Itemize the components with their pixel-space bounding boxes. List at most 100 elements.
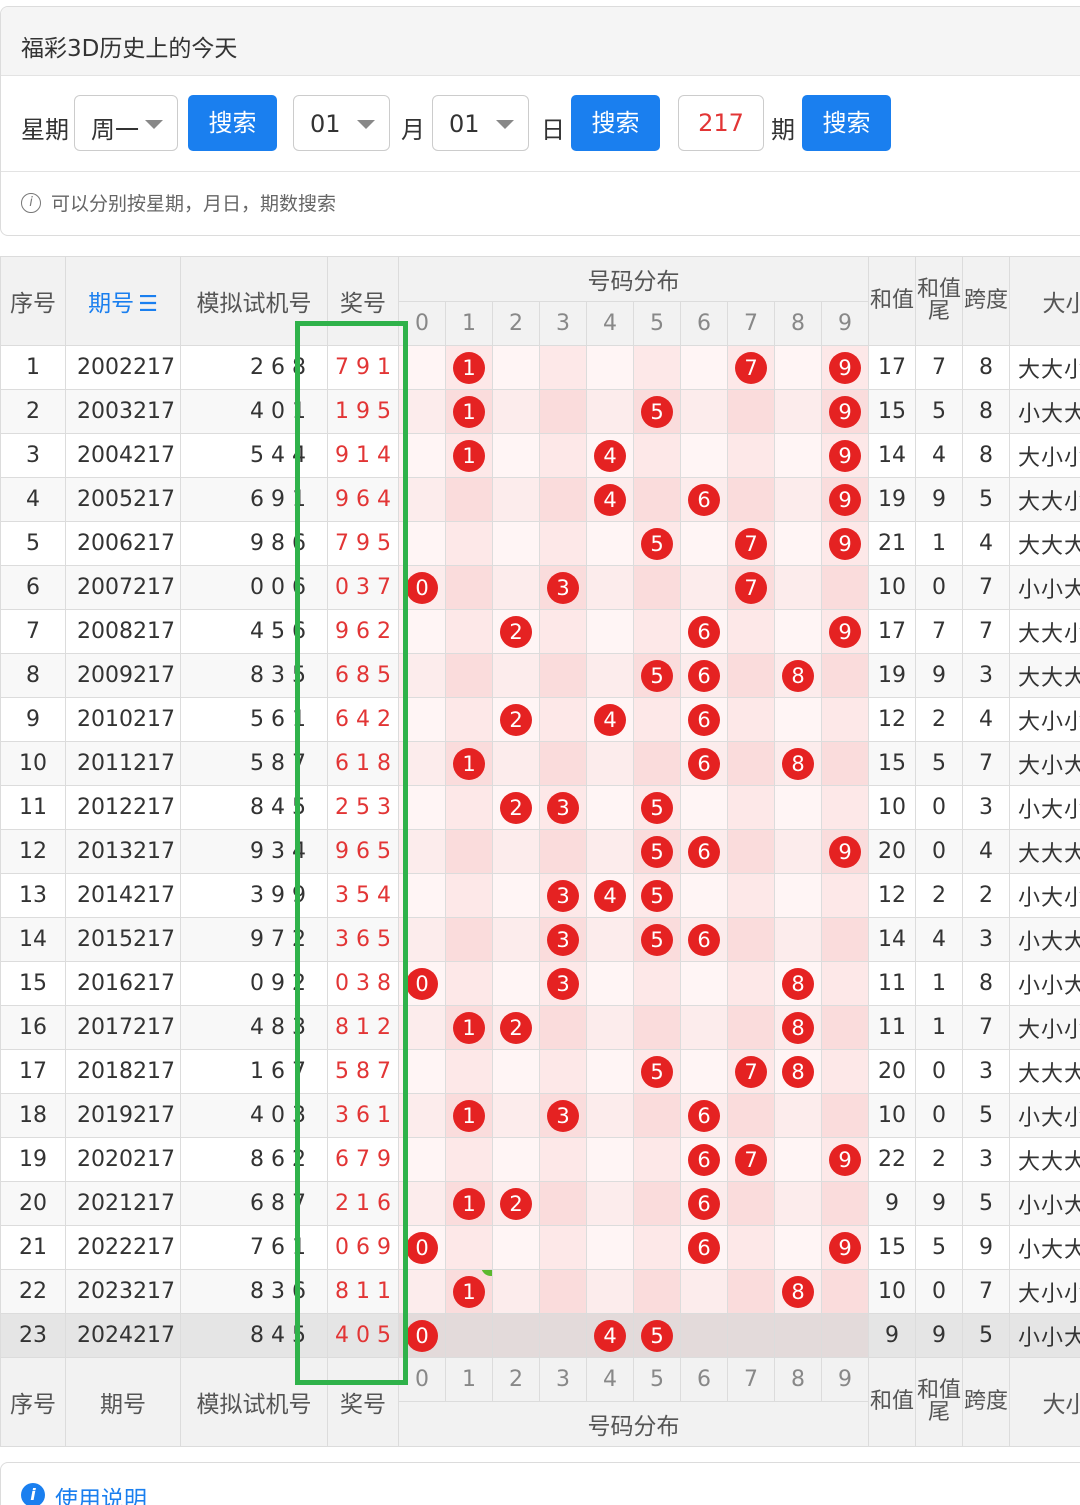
digit-cell: [633, 961, 681, 1006]
digit-cell: 5: [633, 917, 681, 962]
digit-cell: 4: [586, 873, 634, 918]
span-cell: 7: [962, 1269, 1011, 1314]
span-cell: 9: [962, 1225, 1011, 1270]
seq-cell: 19: [0, 1137, 66, 1182]
digit-ball: 1: [453, 1099, 485, 1132]
digit-ball: 4: [594, 879, 626, 912]
digit-cell: [774, 609, 822, 654]
digit-cell: 6: [680, 741, 728, 786]
size-pattern-cell: 小大大: [1009, 1225, 1080, 1270]
help-title: 使用说明: [55, 1487, 147, 1505]
digit-cell: [727, 1269, 775, 1314]
col-sumtail: 和值尾: [915, 256, 964, 346]
digit-cell: [398, 345, 446, 390]
digit-ball: 5: [641, 395, 673, 428]
sim-number-cell: 761: [180, 1225, 328, 1270]
table-row: 1320142173993543451222小大小: [0, 873, 1080, 918]
seq-cell: 21: [0, 1225, 66, 1270]
col-digit: 2: [492, 301, 540, 346]
digit-ball: 6: [688, 747, 720, 780]
digit-cell: [820, 1093, 870, 1138]
digit-ball: 9: [829, 615, 862, 648]
digit-cell: [680, 873, 728, 918]
foot-digit: 1: [445, 1357, 493, 1402]
digit-cell: [586, 1137, 634, 1182]
seq-cell: 13: [0, 873, 66, 918]
foot-sumtail: 和值尾: [915, 1357, 964, 1447]
date-search-button[interactable]: 搜索: [571, 95, 660, 151]
digit-cell: [492, 829, 540, 874]
digit-cell: [445, 697, 493, 742]
issue-cell: 2002217: [65, 345, 181, 390]
digit-cell: 6: [680, 829, 728, 874]
sum-cell: 12: [868, 697, 917, 742]
digit-ball: 8: [782, 1055, 814, 1088]
digit-cell: [727, 917, 775, 962]
digit-cell: [774, 477, 822, 522]
history-today-panel: 福彩3D历史上的今天 星期 周一 搜索 01 月 01 日 搜索 217 期 搜…: [0, 6, 1080, 236]
search-toolbar: 星期 周一 搜索 01 月 01 日 搜索 217 期 搜索: [1, 77, 1080, 172]
digit-cell: [586, 653, 634, 698]
seq-cell: 15: [0, 961, 66, 1006]
col-issue-sortable[interactable]: 期号 ☰: [65, 256, 181, 346]
weekday-search-button[interactable]: 搜索: [188, 95, 277, 151]
foot-sim: 模拟试机号: [180, 1357, 328, 1447]
digit-ball: 4: [594, 703, 626, 736]
digit-cell: [398, 785, 446, 830]
digit-cell: [820, 1269, 870, 1314]
digit-cell: 5: [633, 389, 681, 434]
sumtail-cell: 1: [915, 961, 964, 1006]
digit-cell: 1: [445, 741, 493, 786]
col-digit: 4: [586, 301, 634, 346]
digit-ball: 1: [453, 395, 485, 428]
sumtail-cell: 9: [915, 477, 964, 522]
digit-cell: 9: [820, 1225, 870, 1270]
help-panel[interactable]: i 使用说明: [0, 1462, 1080, 1505]
win-number-cell: 587: [327, 1049, 399, 1094]
digit-ball: 2: [500, 1187, 532, 1220]
digit-cell: [680, 1005, 728, 1050]
digit-cell: [492, 1269, 540, 1314]
seq-cell: 8: [0, 653, 66, 698]
digit-cell: [492, 389, 540, 434]
issue-cell: 2009217: [65, 653, 181, 698]
digit-cell: [539, 1313, 587, 1358]
digit-cell: 9: [820, 521, 870, 566]
span-cell: 5: [962, 477, 1011, 522]
digit-cell: [539, 389, 587, 434]
digit-ball: 5: [641, 791, 673, 824]
col-win: 奖号: [327, 256, 399, 346]
weekday-select[interactable]: 周一: [74, 95, 178, 151]
digit-cell: [774, 1181, 822, 1226]
digit-cell: 1: [445, 1005, 493, 1050]
digit-cell: [586, 741, 634, 786]
span-cell: 8: [962, 345, 1011, 390]
digit-cell: [492, 917, 540, 962]
digit-cell: [820, 653, 870, 698]
table-row: 172018217167587 5 78 2003大大大: [0, 1049, 1080, 1094]
issue-search-button[interactable]: 搜索: [802, 95, 891, 151]
day-select[interactable]: 01: [432, 95, 529, 151]
month-select[interactable]: 01: [293, 95, 390, 151]
digit-cell: [774, 1093, 822, 1138]
sumtail-cell: 5: [915, 1225, 964, 1270]
seq-cell: 10: [0, 741, 66, 786]
seq-cell: 22: [0, 1269, 66, 1314]
seq-cell: 7: [0, 609, 66, 654]
digit-cell: [586, 521, 634, 566]
issue-input[interactable]: 217: [678, 95, 764, 151]
digit-ball: 2: [500, 1011, 532, 1044]
digit-ball: 8: [782, 967, 814, 1000]
digit-cell: [633, 1269, 681, 1314]
digit-cell: [445, 609, 493, 654]
issue-label: 期: [771, 116, 795, 144]
digit-ball: 7: [735, 1143, 767, 1176]
sum-cell: 15: [868, 741, 917, 786]
digit-cell: [820, 917, 870, 962]
digit-ball: 6: [688, 659, 720, 692]
digit-cell: [445, 1137, 493, 1182]
digit-cell: [492, 1093, 540, 1138]
size-pattern-cell: 小小大: [1009, 961, 1080, 1006]
digit-cell: [633, 433, 681, 478]
digit-cell: [586, 345, 634, 390]
